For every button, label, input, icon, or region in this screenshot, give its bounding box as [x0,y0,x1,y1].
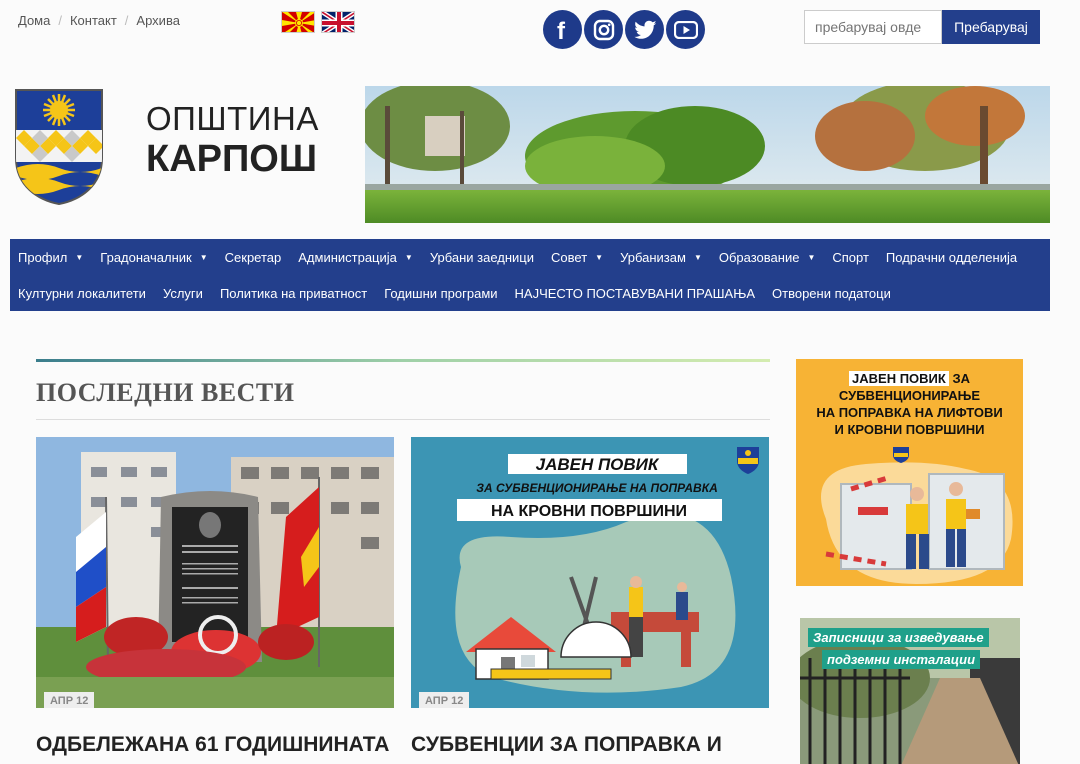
menu-item-3[interactable]: Политика на приватност [220,286,367,301]
menu-item-9[interactable]: Спорт [832,250,869,265]
menu-item-label: Услуги [162,285,203,301]
menu-item-7[interactable]: Урбанизам ▼ [620,250,702,265]
top-nav: Дома / Контакт / Архива [18,13,180,28]
page: Дома / Контакт / Архива f пребарувај овд… [0,0,1080,764]
news-image-2: ЈАВЕН ПОВИК ЗА СУБВЕНЦИОНИРАЊЕ НА ПОПРАВ… [411,437,769,708]
brand-line-1: ОПШТИНА [146,100,319,137]
menu-item-3[interactable]: Секретар [225,250,282,265]
menu-item-4[interactable]: Администрација ▼ [298,250,413,265]
menu-item-2[interactable]: Градоначалник ▼ [100,250,207,265]
topnav-archive[interactable]: Архива [136,13,180,28]
flag-mk-icon[interactable] [281,11,315,33]
poster-line-1: ЈАВЕН ПОВИК [536,455,660,474]
poster-line-2: ЗА СУБВЕНЦИОНИРАЊЕ НА ПОПРАВКА [476,481,718,495]
main-menu-row-1: Профил ▼ Градоначалник ▼ Секретар Администрац… [18,239,1042,275]
menu-item-label: Администрација [298,249,397,265]
news-date: АПР 12 [44,692,95,708]
menu-item-label: Градоначалник [100,249,192,265]
search-form: Пребарувај [804,10,1040,44]
menu-item-label: Политика на приватност [219,285,368,301]
language-flags [281,11,355,33]
menu-item-label: Секретар [224,249,282,265]
menu-item-5[interactable]: Урбани заедници [430,250,534,265]
menu-item-8[interactable]: Образование ▼ [719,250,816,265]
separator: / [124,13,129,28]
caret-down-icon: ▼ [595,252,604,262]
menu-item-2[interactable]: Услуги [163,286,203,301]
menu-item-label: Совет [551,249,588,265]
search-button[interactable]: Пребарувај [942,10,1040,44]
menu-item-label: Отворени податоци [772,285,891,301]
menu-item-label: Урбанизам [620,249,686,265]
divider [36,419,770,420]
poster-line-3: НА КРОВНИ ПОВРШИНИ [491,503,687,520]
menu-item-label: НАЈЧЕСТО ПОСТАВУВАНИ ПРАШАЊА [514,285,756,301]
svg-text:f: f [557,19,566,41]
news-image-1 [36,437,394,708]
menu-item-1[interactable]: Културни локалитети [18,286,146,301]
menu-item-5[interactable]: НАЈЧЕСТО ПОСТАВУВАНИ ПРАШАЊА [515,286,755,301]
caret-down-icon: ▼ [404,252,413,262]
header-banner-image [365,86,1050,223]
menu-item-label: Образование [718,249,800,265]
news-date: АПР 12 [419,692,470,708]
flag-uk-icon[interactable] [321,11,355,33]
menu-item-10[interactable]: Подрачни одделенија [886,250,1017,265]
topnav-contact[interactable]: Контакт [70,13,117,28]
youtube-icon[interactable] [666,10,705,49]
caret-down-icon: ▼ [807,252,816,262]
menu-item-label: Подрачни одделенија [885,249,1018,265]
facebook-icon[interactable]: f [543,10,582,49]
menu-item-label: Урбани заедници [429,249,535,265]
brand-line-2: КАРПОШ [146,137,318,180]
sidebar-banner-elevators[interactable]: ЈАВЕН ПОВИК ЗА СУБВЕНЦИОНИРАЊЕ НА ПОПРАВ… [796,359,1023,586]
news-card-1[interactable]: АПР 12 [36,437,394,708]
menu-item-4[interactable]: Годишни програми [384,286,497,301]
municipality-crest-icon[interactable] [14,88,104,206]
main-menu: Профил ▼ Градоначалник ▼ Секретар Администрац… [10,239,1050,311]
site-brand[interactable]: ОПШТИНА КАРПОШ [146,100,319,182]
menu-item-label: Профил [18,249,68,265]
social-links: f [543,10,705,49]
twitter-icon[interactable] [625,10,664,49]
ad-illustration [821,447,1013,584]
ad2-line-2: подземни инсталации [822,650,981,669]
ad2-line-1: Записници за изведување [808,628,989,647]
latest-news-heading: ПОСЛЕДНИ ВЕСТИ [36,378,295,407]
menu-item-1[interactable]: Профил ▼ [18,250,83,265]
topnav-home[interactable]: Дома [18,13,50,28]
menu-item-6[interactable]: Отворени податоци [772,286,891,301]
menu-item-label: Годишни програми [384,285,498,301]
section-accent-line [36,359,770,362]
separator: / [58,13,62,28]
news-card-2[interactable]: ЈАВЕН ПОВИК ЗА СУБВЕНЦИОНИРАЊЕ НА ПОПРАВ… [411,437,769,708]
caret-down-icon: ▼ [693,252,702,262]
news-headline-2[interactable]: СУБВЕНЦИИ ЗА ПОПРАВКА И [411,733,722,757]
news-headline-1[interactable]: ОДБЕЛЕЖАНА 61 ГОДИШНИНАТА [36,733,389,757]
menu-item-label: Културни локалитети [18,285,146,301]
menu-item-label: Спорт [832,249,869,265]
search-input[interactable] [804,10,942,44]
main-menu-row-2: Културни локалитети Услуги Политика на при… [18,275,1042,311]
caret-down-icon: ▼ [199,252,208,262]
instagram-icon[interactable] [584,10,623,49]
sidebar-banner-installations[interactable]: Записници за изведување подземни инстала… [800,618,1020,764]
caret-down-icon: ▼ [75,252,84,262]
menu-item-6[interactable]: Совет ▼ [551,250,603,265]
